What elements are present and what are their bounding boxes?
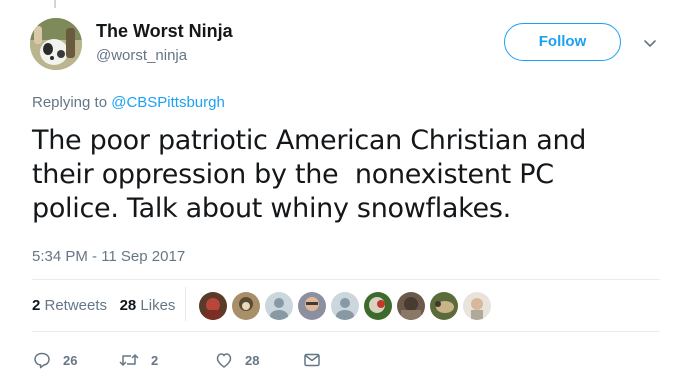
liker-avatar[interactable] [397, 292, 425, 320]
liker-avatar[interactable] [430, 292, 458, 320]
liker-avatar[interactable] [232, 292, 260, 320]
envelope-icon [302, 350, 322, 370]
author-avatar[interactable] [30, 18, 82, 70]
divider-bottom [32, 331, 660, 332]
likes-stat-label: Likes [136, 297, 176, 314]
heart-icon [214, 350, 234, 370]
follow-button[interactable]: Follow [504, 23, 621, 61]
reply-icon [32, 350, 52, 370]
replying-to-line: Replying to @CBSPittsburgh [32, 94, 225, 111]
retweet-button[interactable]: 2 [118, 348, 158, 372]
author-handle[interactable]: @worst_ninja [96, 47, 187, 64]
likes-stat-count: 28 [119, 297, 137, 314]
reply-count: 26 [63, 352, 78, 368]
reply-button[interactable]: 26 [32, 348, 77, 372]
reply-mention-link[interactable]: @CBSPittsburgh [111, 94, 225, 111]
retweet-icon [118, 350, 140, 370]
divider-top [32, 279, 660, 280]
liker-avatar[interactable] [364, 292, 392, 320]
tweet-card: The Worst Ninja @worst_ninja Follow Repl… [0, 0, 699, 380]
direct-message-button[interactable] [302, 348, 322, 372]
liker-avatar[interactable] [298, 292, 326, 320]
replying-to-label: Replying to [32, 94, 112, 111]
liker-avatar[interactable] [331, 292, 359, 320]
thread-connector-line [54, 0, 56, 8]
liker-avatar[interactable] [199, 292, 227, 320]
tweet-text: The poor patriotic American Christian an… [32, 125, 587, 224]
like-count: 28 [245, 352, 260, 368]
chevron-down-icon[interactable] [641, 34, 659, 52]
liker-avatar[interactable] [463, 292, 491, 320]
like-button[interactable]: 28 [214, 348, 259, 372]
likes-stat[interactable]: 28 Likes [120, 297, 176, 314]
retweet-count: 2 [151, 352, 159, 368]
stats-separator [185, 287, 186, 321]
tweet-timestamp[interactable]: 5:34 PM - 11 Sep 2017 [32, 248, 185, 265]
author-name[interactable]: The Worst Ninja [96, 21, 233, 42]
retweets-stat[interactable]: 2 Retweets [32, 297, 107, 314]
tweet-stats: 2 Retweets 28 Likes [32, 297, 175, 314]
liker-avatar[interactable] [265, 292, 293, 320]
retweets-stat-label: Retweets [40, 297, 108, 314]
